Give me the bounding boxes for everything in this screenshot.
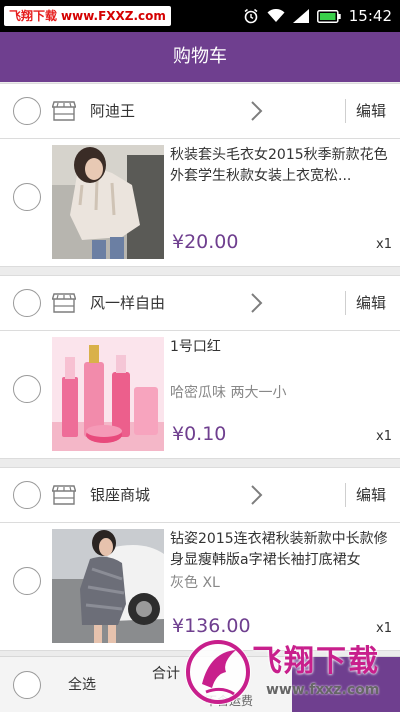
watermark: 飞翔下载 www.fxxz.com xyxy=(182,630,400,712)
total-label: 合计 xyxy=(152,666,180,682)
store-icon xyxy=(52,101,76,121)
chevron-right-icon[interactable] xyxy=(250,292,264,314)
shop-checkbox[interactable] xyxy=(13,289,41,317)
shop-checkbox[interactable] xyxy=(13,97,41,125)
product-image[interactable] xyxy=(52,529,164,643)
item-checkbox[interactable] xyxy=(13,375,41,403)
watermark-badge: 飞翔下载 www.FXXZ.com xyxy=(4,6,171,26)
item-quantity: x1 xyxy=(376,429,392,444)
item-price: ¥0.10 xyxy=(172,423,227,445)
edit-button[interactable]: 编辑 xyxy=(356,276,386,330)
alarm-icon xyxy=(244,8,258,24)
watermark-url-text: www.fxxz.com xyxy=(266,682,380,698)
item-price: ¥20.00 xyxy=(172,231,239,253)
status-time: 15:42 xyxy=(348,7,392,25)
shop-checkbox[interactable] xyxy=(13,481,41,509)
shop-row: 银座商城 编辑 xyxy=(0,467,400,523)
watermark-url: www.FXXZ.com xyxy=(61,9,166,23)
app-header: 购物车 xyxy=(0,32,400,82)
product-image[interactable] xyxy=(52,145,164,259)
store-icon xyxy=(52,485,76,505)
divider xyxy=(345,291,346,315)
cart-item-row: 1号口红 哈密瓜味 两大一小 ¥0.10 x1 xyxy=(0,331,400,459)
shop-name[interactable]: 银座商城 xyxy=(90,468,150,522)
item-checkbox[interactable] xyxy=(13,183,41,211)
shop-row: 阿迪王 编辑 xyxy=(0,83,400,139)
store-icon xyxy=(52,293,76,313)
page-title: 购物车 xyxy=(173,46,227,67)
wifi-icon xyxy=(267,9,285,22)
select-all-checkbox[interactable] xyxy=(13,671,41,699)
shop-name[interactable]: 阿迪王 xyxy=(90,84,135,138)
shop-row: 风一样自由 编辑 xyxy=(0,275,400,331)
divider xyxy=(345,483,346,507)
status-icons: 15:42 xyxy=(243,0,392,32)
item-title[interactable]: 钻姿2015连衣裙秋装新款中长款修身显瘦韩版a字裙长袖打底裙女 xyxy=(170,529,395,571)
item-title[interactable]: 1号口红 xyxy=(170,337,395,359)
chevron-right-icon[interactable] xyxy=(250,100,264,122)
shop-name[interactable]: 风一样自由 xyxy=(90,276,165,330)
chevron-right-icon[interactable] xyxy=(250,484,264,506)
item-spec: 哈密瓜味 两大一小 xyxy=(170,385,287,401)
signal-icon xyxy=(292,9,309,23)
watermark-name: 飞翔下载 xyxy=(9,9,58,23)
item-quantity: x1 xyxy=(376,237,392,252)
cart-item-row: 秋装套头毛衣女2015秋季新款花色外套学生秋款女装上衣宽松... ¥20.00 … xyxy=(0,139,400,267)
item-spec: 灰色 XL xyxy=(170,575,220,591)
status-bar: 飞翔下载 www.FXXZ.com 15:42 xyxy=(0,0,400,32)
item-title[interactable]: 秋装套头毛衣女2015秋季新款花色外套学生秋款女装上衣宽松... xyxy=(170,145,395,187)
product-image[interactable] xyxy=(52,337,164,451)
select-all-label[interactable]: 全选 xyxy=(68,657,96,712)
watermark-logo xyxy=(185,639,251,705)
edit-button[interactable]: 编辑 xyxy=(356,84,386,138)
item-checkbox[interactable] xyxy=(13,567,41,595)
divider xyxy=(345,99,346,123)
watermark-brand: 飞翔下载 xyxy=(252,644,380,679)
battery-icon xyxy=(316,9,341,23)
edit-button[interactable]: 编辑 xyxy=(356,468,386,522)
